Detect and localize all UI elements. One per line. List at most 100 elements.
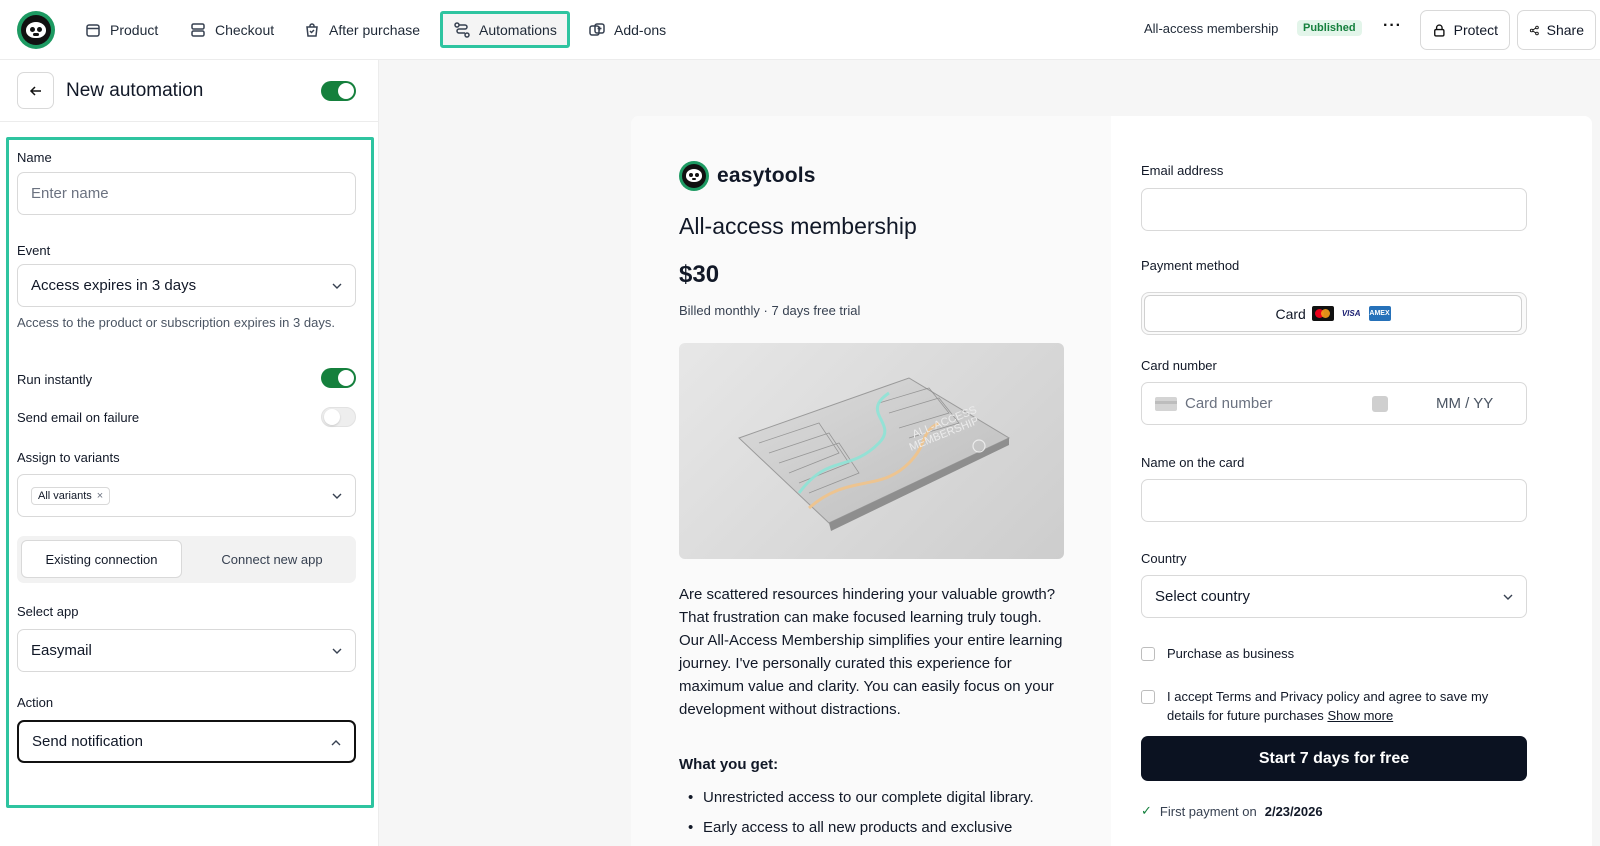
nav-tab-label: Checkout [215,22,275,38]
billing-info: Billed monthly · 7 days free trial [679,303,861,318]
start-trial-button[interactable]: Start 7 days for free [1141,736,1527,781]
first-payment-prefix: First payment on [1159,803,1257,819]
share-label: Share [1546,22,1584,38]
share-button[interactable]: Share [1517,10,1596,50]
country-label: Country [1141,551,1187,566]
automations-icon [454,21,470,38]
nav-tab-automations[interactable]: Automations [440,11,570,48]
top-navigation: Product Checkout After purchase Automati… [0,0,1600,60]
nav-tab-product[interactable]: Product [74,12,168,48]
send-email-toggle[interactable] [321,407,356,427]
app-logo[interactable] [17,11,55,49]
name-label: Name [17,150,52,165]
terms-text: I accept Terms and Privacy policy and ag… [1167,687,1523,725]
sloth-logo-icon [679,161,709,191]
show-more-link[interactable]: Show more [1327,708,1393,723]
membership-card-image: ALL-ACCESS MEMBERSHIP [679,343,1064,559]
amex-icon: AMEX [1368,306,1391,321]
payment-method-selector[interactable]: Card VISA AMEX [1141,292,1527,335]
check-icon: ✓ [1141,803,1152,818]
share-icon [1529,25,1539,35]
product-summary: easytools All-access membership $30 Bill… [631,116,1111,846]
email-label: Email address [1141,163,1224,178]
visa-icon: VISA [1341,309,1361,318]
remove-chip-icon[interactable]: × [97,490,103,502]
card-number-label: Card number [1141,358,1217,373]
more-options-button[interactable]: ··· [1383,17,1402,35]
list-item: Early access to all new products and exc… [679,816,1079,839]
nav-tab-after-purchase[interactable]: After purchase [293,12,430,48]
card-number-placeholder: Card number [1185,395,1273,412]
app-value: Easymail [31,642,92,659]
business-checkbox[interactable] [1141,647,1155,661]
lock-icon [1434,23,1445,37]
nav-tab-label: Automations [479,21,557,38]
chevron-up-icon [331,740,341,746]
nav-tab-label: Add-ons [614,22,667,38]
arrow-left-icon [29,85,41,96]
brand-name: easytools [717,164,816,187]
payment-form: Email address Payment method Card VISA A… [1111,116,1592,846]
business-checkbox-label: Purchase as business [1167,646,1295,661]
email-field[interactable] [1141,188,1527,231]
automation-form-highlight [6,137,374,808]
cvc-icon [1372,396,1388,412]
action-label: Action [17,695,54,710]
name-input[interactable]: Enter name [17,172,356,215]
what-you-get-heading: What you get: [679,756,779,773]
chevron-down-icon [332,283,342,289]
add-ons-icon [589,23,605,36]
select-app-label: Select app [17,604,79,619]
variants-select[interactable]: All variants × [17,474,356,517]
box-icon [86,24,100,37]
panel-title: New automation [66,80,204,101]
automation-enabled-toggle[interactable] [321,81,356,101]
mastercard-icon [1311,306,1334,321]
nav-tab-add-ons[interactable]: Add-ons [578,12,676,48]
action-value: Send notification [32,733,143,750]
variants-label: Assign to variants [17,450,120,465]
run-instantly-toggle[interactable] [321,368,356,388]
run-instantly-label: Run instantly [17,372,93,387]
protect-button[interactable]: Protect [1420,10,1510,50]
card-number-field[interactable]: Card number MM / YY [1141,382,1527,425]
sloth-logo-icon [21,15,51,45]
country-select[interactable]: Select country [1141,575,1527,618]
connect-new-app-tab[interactable]: Connect new app [192,540,352,578]
nav-tab-checkout[interactable]: Checkout [179,12,284,48]
bag-icon [306,23,318,37]
product-price: $30 [679,261,720,288]
expiry-placeholder[interactable]: MM / YY [1436,395,1493,412]
card-payment-option[interactable]: Card VISA AMEX [1144,295,1522,332]
terms-checkbox[interactable] [1141,690,1155,704]
credit-card-icon [1155,396,1177,411]
event-select[interactable]: Access expires in 3 days [17,264,356,307]
product-name: All-access membership [1144,21,1279,36]
app-select[interactable]: Easymail [17,629,356,672]
checkout-icon [191,23,205,37]
country-placeholder: Select country [1155,588,1251,605]
benefits-list: Unrestricted access to our complete digi… [679,786,1079,846]
nav-tab-label: After purchase [329,22,421,38]
event-helper-text: Access to the product or subscription ex… [17,315,335,330]
name-on-card-field[interactable] [1141,479,1527,522]
product-description: Are scattered resources hindering your v… [679,586,1063,718]
product-title: All-access membership [679,213,917,239]
list-item: Unrestricted access to our complete digi… [679,786,1079,809]
chevron-down-icon [332,648,342,654]
existing-connection-tab[interactable]: Existing connection [21,540,182,578]
brand: easytools [679,161,816,191]
payment-method-label: Payment method [1141,258,1240,273]
panel-header: New automation [0,60,379,122]
checkout-preview: easytools All-access membership $30 Bill… [631,116,1592,846]
connection-segmented-control: Existing connection Connect new app [17,536,356,583]
status-badge: Published [1297,20,1362,36]
variant-chip: All variants × [31,486,111,505]
chevron-down-icon [332,493,342,499]
first-payment-date: 2/23/2026 [1264,803,1323,819]
nav-tab-label: Product [110,22,159,38]
action-select[interactable]: Send notification [17,720,356,763]
event-label: Event [17,243,51,258]
name-on-card-label: Name on the card [1141,455,1245,470]
back-button[interactable] [17,72,54,109]
